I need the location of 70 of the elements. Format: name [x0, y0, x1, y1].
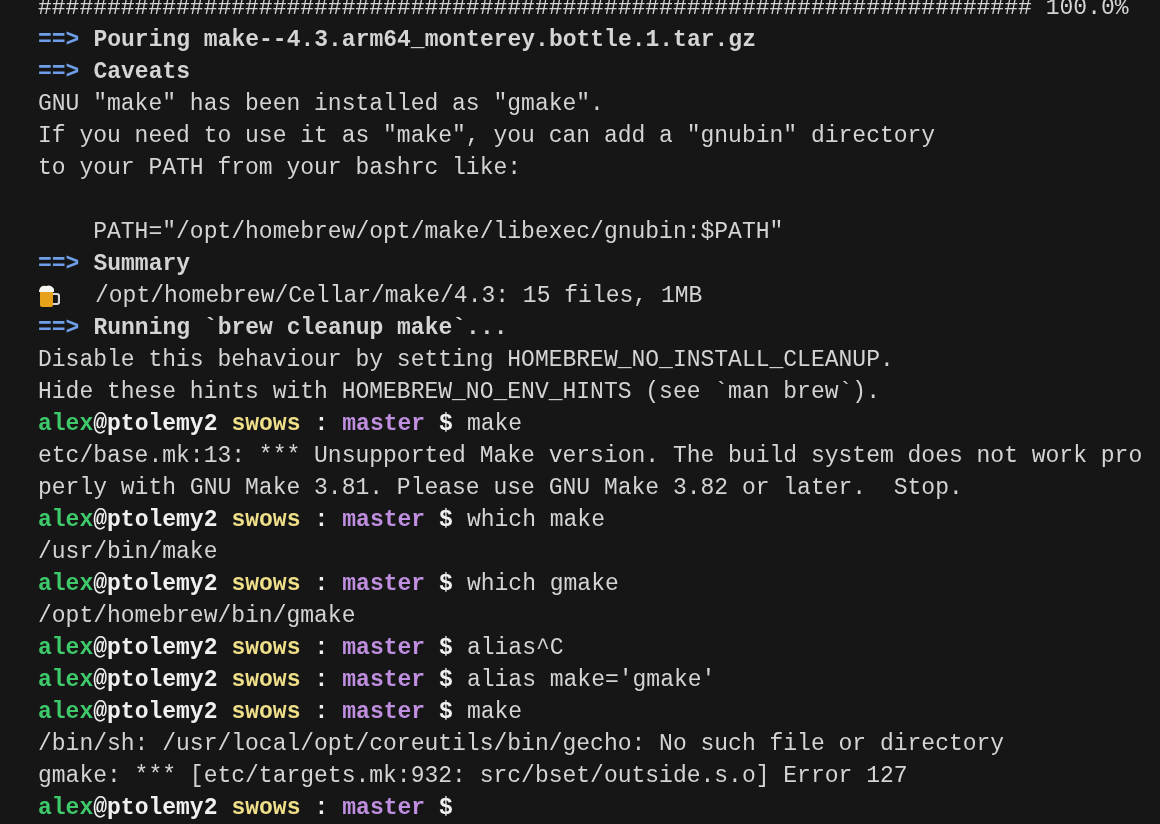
prompt-sigil: $	[439, 698, 453, 727]
output-line: If you need to use it as "make", you can add a "gnubin" directory	[38, 122, 936, 151]
prompt-separator: :	[314, 698, 329, 727]
section-heading: Summary	[93, 250, 191, 279]
prompt-directory: swows	[231, 506, 301, 535]
output-line: to your PATH from your bashrc like:	[38, 154, 522, 183]
prompt-user: alex	[38, 570, 94, 599]
prompt-directory: swows	[231, 698, 301, 727]
prompt-branch: master	[342, 570, 426, 599]
output-line: PATH="/opt/homebrew/opt/make/libexec/gnubin:$PATH"	[92, 218, 784, 247]
prompt-branch: master	[342, 506, 426, 535]
prompt-branch: master	[342, 410, 426, 439]
prompt-directory: swows	[231, 634, 301, 663]
section-heading: Caveats	[93, 58, 191, 87]
prompt-sigil: $	[439, 506, 453, 535]
prompt-user: alex	[38, 666, 94, 695]
prompt-sigil: $	[439, 666, 453, 695]
section-heading: Running `brew cleanup make`...	[93, 314, 508, 343]
output-line: /usr/bin/make	[38, 538, 218, 567]
command-text: which gmake	[466, 570, 619, 599]
arrow-prefix: ==>	[38, 250, 80, 279]
output-line: etc/base.mk:13: *** Unsupported Make version. The build system does not work pro	[38, 442, 1143, 471]
prompt-sigil: $	[439, 410, 453, 439]
prompt-host: @ptolemy2	[93, 506, 218, 535]
prompt-host: @ptolemy2	[93, 570, 218, 599]
beer-mug-icon	[38, 284, 60, 308]
arrow-prefix: ==>	[38, 26, 80, 55]
prompt-host: @ptolemy2	[93, 634, 218, 663]
prompt-separator: :	[314, 666, 329, 695]
output-line: Disable this behaviour by setting HOMEBREW_NO_INSTALL_CLEANUP.	[38, 346, 894, 375]
prompt-user: alex	[38, 794, 94, 823]
prompt-sigil: $	[439, 794, 453, 823]
prompt-sigil: $	[439, 634, 453, 663]
prompt-host: @ptolemy2	[93, 698, 218, 727]
output-line: /bin/sh: /usr/local/opt/coreutils/bin/gecho: No such file or directory	[38, 730, 1005, 759]
prompt-directory: swows	[231, 794, 301, 823]
prompt-user: alex	[38, 634, 94, 663]
output-line: Hide these hints with HOMEBREW_NO_ENV_HINTS (see `man brew`).	[38, 378, 880, 407]
output-line: /opt/homebrew/Cellar/make/4.3: 15 files, 1MB	[95, 282, 703, 311]
command-text: alias make='gmake'	[466, 666, 716, 695]
prompt-host: @ptolemy2	[93, 794, 218, 823]
command-text: alias^C	[466, 634, 564, 663]
prompt-user: alex	[38, 410, 94, 439]
prompt-host: @ptolemy2	[93, 666, 218, 695]
prompt-branch: master	[342, 634, 426, 663]
output-line: perly with GNU Make 3.81. Please use GNU Make 3.82 or later. Stop.	[38, 474, 963, 503]
arrow-prefix: ==>	[38, 58, 80, 87]
prompt-sigil: $	[439, 570, 453, 599]
prompt-branch: master	[342, 698, 426, 727]
prompt-user: alex	[38, 698, 94, 727]
prompt-separator: :	[314, 570, 329, 599]
prompt-directory: swows	[231, 570, 301, 599]
command-text: which make	[466, 506, 605, 535]
prompt-directory: swows	[231, 666, 301, 695]
prompt-directory: swows	[231, 410, 301, 439]
prompt-branch: master	[342, 666, 426, 695]
prompt-user: alex	[38, 506, 94, 535]
prompt-separator: :	[314, 506, 329, 535]
command-text: make	[466, 410, 523, 439]
prompt-separator: :	[314, 794, 329, 823]
output-line: GNU "make" has been installed as "gmake".	[38, 90, 604, 119]
command-text: make	[466, 698, 523, 727]
output-line: /opt/homebrew/bin/gmake	[38, 602, 356, 631]
output-line: gmake: *** [etc/targets.mk:932: src/bset/outside.s.o] Error 127	[38, 762, 908, 791]
prompt-separator: :	[314, 634, 329, 663]
section-heading: Pouring make--4.3.arm64_monterey.bottle.1.tar.gz	[93, 26, 756, 55]
prompt-host: @ptolemy2	[93, 410, 218, 439]
prompt-separator: :	[314, 410, 329, 439]
arrow-prefix: ==>	[38, 314, 80, 343]
prompt-branch: master	[342, 794, 426, 823]
